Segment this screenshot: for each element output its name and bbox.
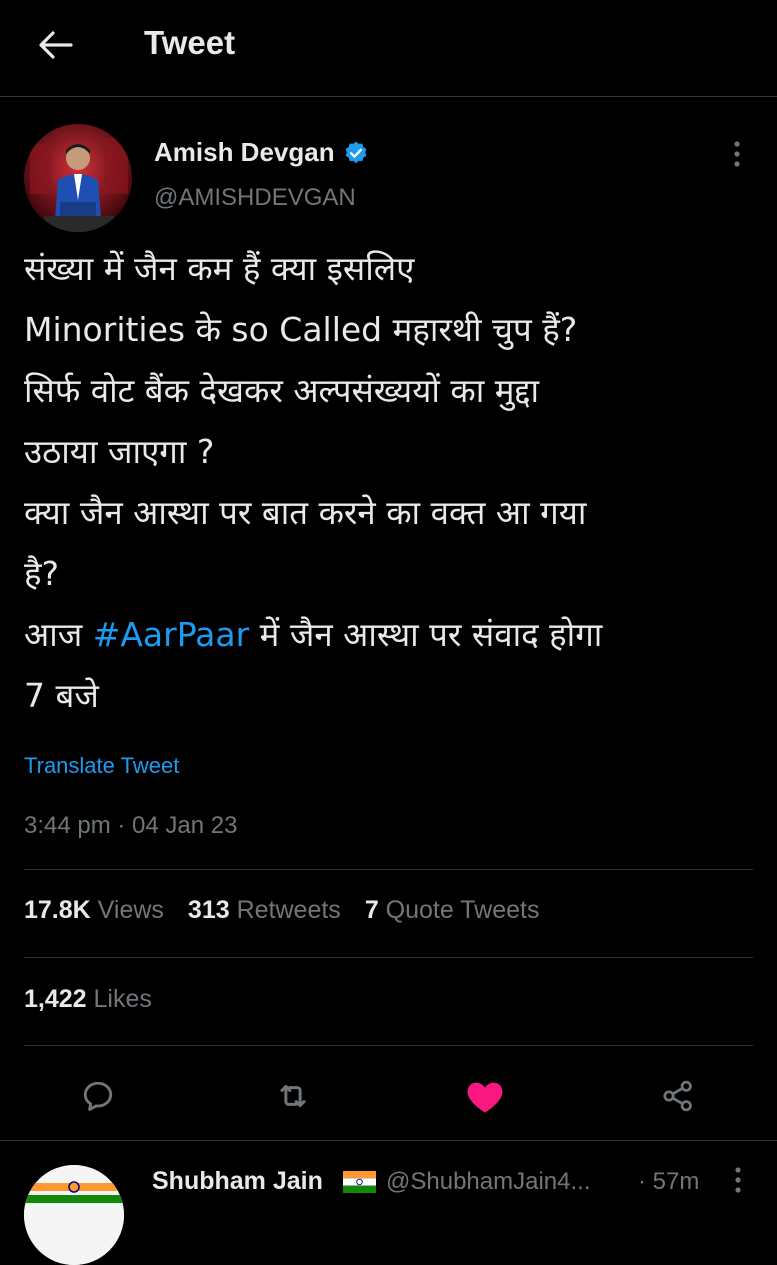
share-icon [663, 1080, 692, 1112]
back-button[interactable] [30, 22, 80, 68]
more-vertical-icon [735, 1167, 741, 1193]
divider [24, 957, 753, 958]
divider [24, 1045, 753, 1046]
tweet-line: है? [24, 554, 60, 593]
arrow-left-icon [39, 31, 73, 59]
reply-button[interactable] [78, 1076, 118, 1116]
india-flag-icon [343, 1171, 376, 1193]
tweet-text-segment: आज [24, 615, 93, 654]
tweet-timestamp[interactable]: 3:44 pm · 04 Jan 23 [24, 812, 237, 840]
engagement-stats: 17.8K Views 313 Retweets 7 Quote Tweets [24, 896, 563, 925]
hashtag-link[interactable]: #AarPaar [93, 615, 249, 654]
likes-count: 1,422 [24, 985, 87, 1013]
tweet-line: उठाया जाएगा ? [24, 432, 215, 471]
reply-author-handle[interactable]: @ShubhamJain4... [386, 1168, 590, 1196]
divider [24, 869, 753, 870]
likes-stat[interactable]: 1,422 Likes [24, 985, 152, 1014]
quote-tweets-label: Quote Tweets [385, 896, 540, 924]
tweet-line: सिर्फ वोट बैंक देखकर अल्पसंख्ययों का मुद… [24, 371, 540, 410]
tweet-line: आज #AarPaar में जैन आस्था पर संवाद होगा [24, 604, 754, 665]
top-bar: Tweet [0, 0, 777, 97]
author-handle[interactable]: @AMISHDEVGAN [154, 184, 356, 212]
views-label: Views [97, 896, 164, 924]
more-options-button[interactable] [722, 136, 752, 172]
page-title: Tweet [144, 24, 236, 61]
likes-label: Likes [93, 985, 152, 1013]
quote-tweets-count: 7 [364, 896, 379, 924]
share-button[interactable] [658, 1076, 698, 1116]
reply-timestamp: · 57m [638, 1168, 700, 1195]
tweet-text-segment: में जैन आस्था पर संवाद होगा [249, 615, 603, 654]
author-name[interactable]: Amish Devgan [154, 137, 335, 168]
views-stat[interactable]: 17.8K Views [24, 896, 164, 925]
reply-item[interactable]: Shubham Jain @ShubhamJain4... · 57m [0, 1140, 777, 1265]
tweet-line: संख्या में जैन कम हैं क्या इसलिए [24, 249, 415, 288]
quote-tweets-stat[interactable]: 7 Quote Tweets [365, 896, 540, 925]
retweets-count: 313 [187, 896, 230, 924]
more-vertical-icon [734, 141, 740, 167]
reply-icon [83, 1081, 113, 1111]
verified-badge-icon [345, 141, 367, 163]
reply-more-options-button[interactable] [724, 1163, 752, 1197]
retweet-icon [280, 1084, 306, 1108]
author-avatar[interactable] [24, 124, 132, 232]
like-button[interactable] [465, 1076, 505, 1116]
translate-tweet-link[interactable]: Translate Tweet [24, 753, 179, 779]
views-count: 17.8K [24, 896, 91, 924]
tweet-line: Minorities के so Called महारथी चुप हैं? [24, 310, 578, 349]
retweets-stat[interactable]: 313 Retweets [188, 896, 341, 925]
tweet-text: संख्या में जैन कम हैं क्या इसलिए Minorit… [24, 238, 754, 726]
author-name-row: Amish Devgan [154, 137, 369, 168]
reply-author-name[interactable]: Shubham Jain [152, 1167, 323, 1196]
tweet-line: क्या जैन आस्था पर बात करने का वक्त आ गया [24, 493, 587, 532]
heart-icon [467, 1082, 503, 1113]
retweets-label: Retweets [236, 896, 341, 924]
retweet-button[interactable] [273, 1076, 313, 1116]
action-bar [0, 1060, 777, 1130]
tweet-line: 7 बजे [24, 676, 99, 715]
reply-avatar[interactable] [24, 1165, 124, 1265]
